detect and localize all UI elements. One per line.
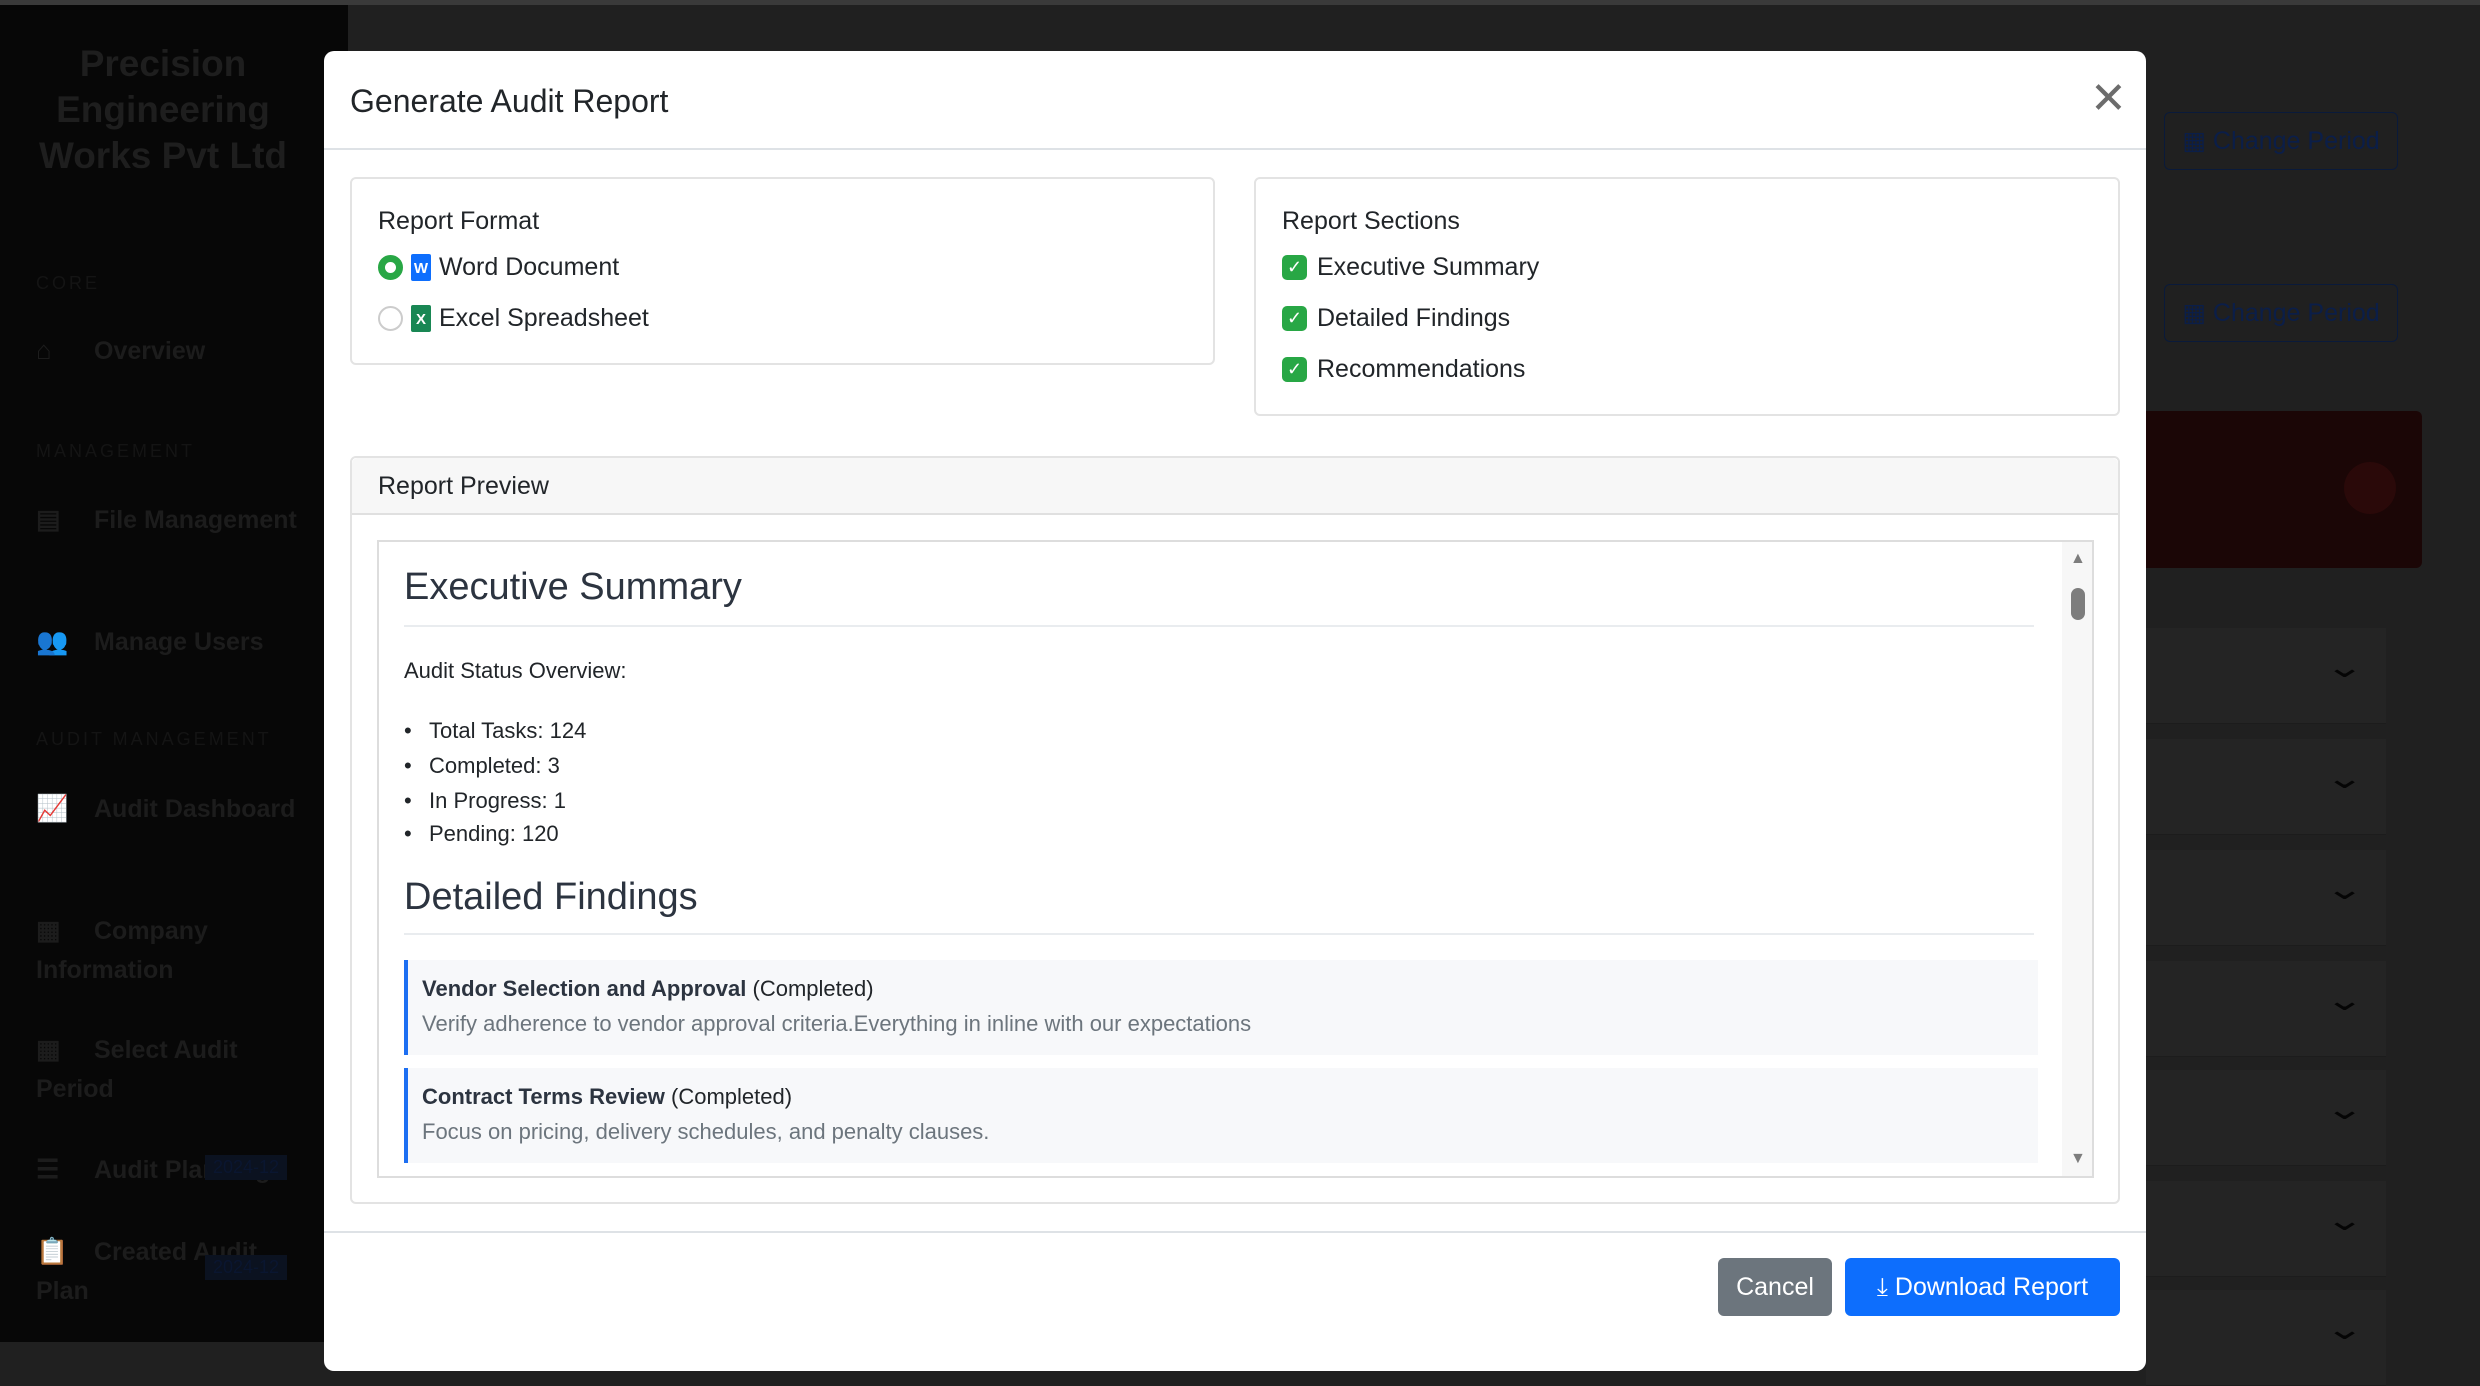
change-period-button[interactable]: ▦ Change Period	[2164, 112, 2398, 170]
chevron-down-icon: ⌄	[2324, 1093, 2365, 1126]
generate-report-modal: Generate Audit Report ✕ Report Format W …	[324, 51, 2146, 1371]
chart-line-icon: 📈	[36, 793, 69, 823]
modal-footer-divider	[324, 1231, 2146, 1233]
report-sections-title: Report Sections	[1282, 207, 1460, 235]
stat-completed: Completed: 3	[404, 753, 560, 779]
section-detailed-findings[interactable]: ✓ Detailed Findings	[1282, 304, 1510, 333]
download-icon: ⤓	[1876, 1273, 1895, 1301]
checkbox-checked-icon[interactable]: ✓	[1282, 357, 1307, 382]
accordion-row[interactable]: ⌄	[2146, 739, 2386, 835]
stat-total-tasks: Total Tasks: 124	[404, 718, 586, 744]
report-format-title: Report Format	[378, 207, 540, 235]
chevron-down-icon: ⌄	[2324, 873, 2365, 906]
calendar-icon: ▦	[2182, 299, 2213, 327]
sidebar: Precision Engineering Works Pvt Ltd CORE…	[0, 5, 348, 1342]
section-management: MANAGEMENT	[36, 441, 196, 461]
chevron-down-icon: ⌄	[2324, 984, 2365, 1017]
section-core: CORE	[36, 273, 101, 293]
finding-description: Focus on pricing, delivery schedules, an…	[422, 1119, 990, 1144]
preview-title: Report Preview	[378, 472, 549, 500]
format-option-excel[interactable]: X Excel Spreadsheet	[378, 304, 649, 333]
scrollbar-thumb[interactable]	[2071, 588, 2085, 620]
detailed-findings-heading: Detailed Findings	[404, 876, 698, 918]
accordion-row[interactable]: ⌄	[2146, 1181, 2386, 1277]
finding-description: Verify adherence to vendor approval crit…	[422, 1011, 1252, 1036]
audit-planning-badge: 2024-12	[205, 1155, 288, 1180]
scrollbar[interactable]: ▲ ▼	[2062, 542, 2092, 1176]
change-period-button-2[interactable]: ▦ Change Period	[2164, 284, 2398, 342]
calendar-icon: ▦	[2182, 127, 2213, 155]
file-icon: ▤	[36, 504, 61, 534]
modal-title: Generate Audit Report	[350, 83, 669, 119]
preview-header: Report Preview	[352, 458, 2118, 515]
scroll-down-icon[interactable]: ▼	[2070, 1150, 2086, 1168]
sidebar-item-overview[interactable]: ⌂ Overview	[36, 331, 306, 371]
accordion-row[interactable]: ⌄	[2146, 961, 2386, 1057]
cancel-button[interactable]: Cancel	[1718, 1258, 1832, 1316]
finding-status: (Completed)	[752, 976, 874, 1001]
checkbox-checked-icon[interactable]: ✓	[1282, 306, 1307, 331]
excel-file-icon: X	[411, 305, 431, 332]
radio-selected[interactable]	[378, 255, 403, 280]
window-top-bar	[0, 0, 2480, 5]
list-check-icon: ☰	[36, 1154, 60, 1184]
brand-name: Precision Engineering Works Pvt Ltd	[38, 43, 288, 176]
finding-item: Vendor Selection and Approval (Completed…	[404, 960, 2038, 1055]
users-icon: 👥	[36, 626, 69, 656]
created-audit-plan-badge: 2024-12	[205, 1255, 288, 1280]
divider	[404, 933, 2034, 935]
chevron-down-icon: ⌄	[2324, 762, 2365, 795]
finding-item	[404, 1176, 2038, 1178]
executive-summary-heading: Executive Summary	[404, 566, 742, 608]
section-recommendations[interactable]: ✓ Recommendations	[1282, 355, 1525, 384]
building-icon: ▦	[36, 915, 61, 945]
sidebar-item-file-management[interactable]: ▤ File Management	[36, 500, 306, 540]
home-icon: ⌂	[36, 335, 52, 365]
finding-title: Contract Terms Review	[422, 1084, 665, 1109]
stat-pending: Pending: 120	[404, 821, 559, 847]
finding-status: (Completed)	[671, 1084, 793, 1109]
chevron-down-icon: ⌄	[2324, 651, 2365, 684]
calendar-icon: ▦	[36, 1034, 61, 1064]
finding-title: Vendor Selection and Approval	[422, 976, 747, 1001]
accordion-row[interactable]: ⌄	[2146, 628, 2386, 724]
sidebar-item-manage-users[interactable]: 👥 Manage Users	[36, 622, 306, 662]
stat-in-progress: In Progress: 1	[404, 788, 566, 814]
clock-icon	[2344, 462, 2396, 514]
accordion-row[interactable]: ⌄	[2146, 1070, 2386, 1166]
radio-unselected[interactable]	[378, 306, 403, 331]
sidebar-item-audit-dashboard[interactable]: 📈 Audit Dashboard	[36, 789, 306, 829]
section-executive-summary[interactable]: ✓ Executive Summary	[1282, 253, 1539, 282]
format-option-word[interactable]: W Word Document	[378, 253, 619, 282]
accordion-row[interactable]: ⌄	[2146, 1290, 2386, 1386]
divider	[404, 625, 2034, 627]
report-format-card: Report Format W Word Document X Excel Sp…	[350, 177, 1215, 365]
accordion-row[interactable]: ⌄	[2146, 850, 2386, 946]
download-report-button[interactable]: ⤓ Download Report	[1845, 1258, 2120, 1316]
sidebar-item-select-audit-period[interactable]: ▦ Select Audit Period	[36, 1030, 306, 1109]
sidebar-item-company-information[interactable]: ▦ Company Information	[36, 911, 306, 990]
report-sections-card: Report Sections ✓ Executive Summary ✓ Deta…	[1254, 177, 2120, 416]
checkbox-checked-icon[interactable]: ✓	[1282, 255, 1307, 280]
scroll-up-icon[interactable]: ▲	[2070, 550, 2086, 568]
overview-label: Audit Status Overview:	[404, 658, 627, 683]
word-file-icon: W	[411, 254, 431, 281]
modal-header: Generate Audit Report ✕	[324, 51, 2146, 150]
finding-item: Contract Terms Review (Completed) Focus …	[404, 1068, 2038, 1163]
section-audit-management: AUDIT MANAGEMENT	[36, 729, 272, 749]
preview-scroll-area[interactable]: Executive Summary Audit Status Overview:…	[377, 540, 2094, 1178]
clipboard-check-icon: 📋	[36, 1236, 69, 1266]
chevron-down-icon: ⌄	[2324, 1204, 2365, 1237]
close-icon[interactable]: ✕	[2090, 77, 2127, 121]
